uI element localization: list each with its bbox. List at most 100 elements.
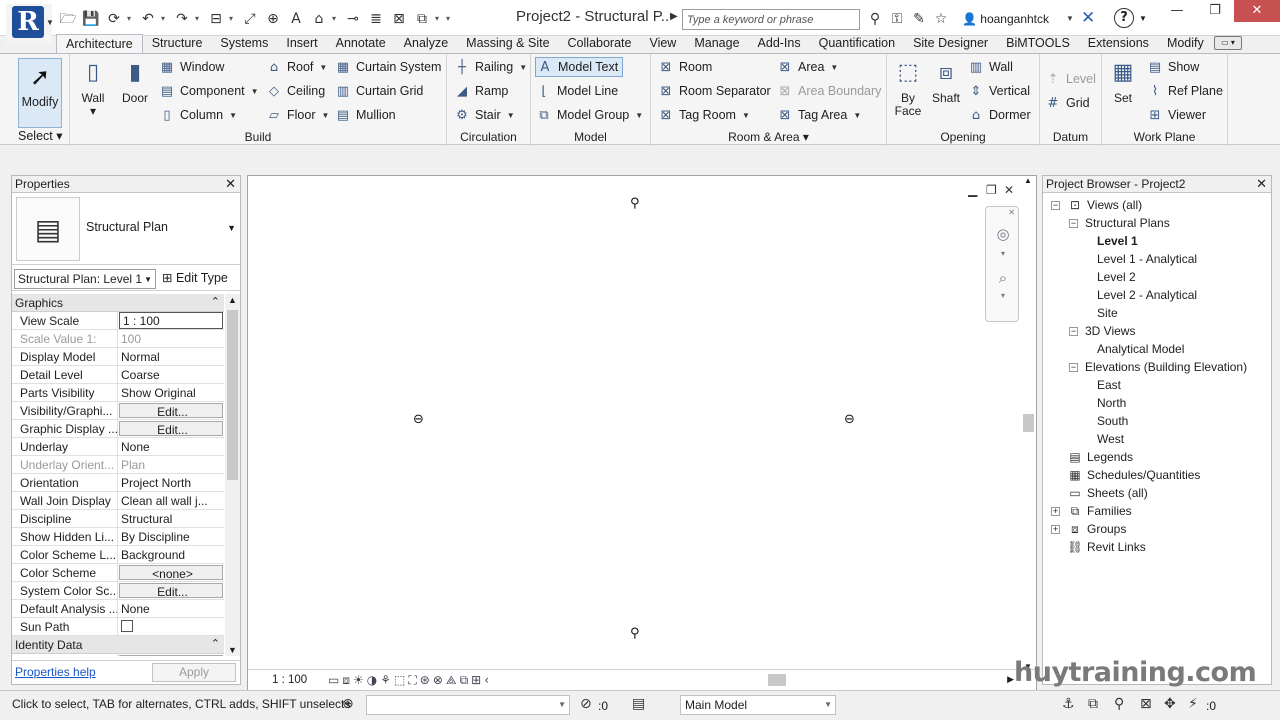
view-scroll-up-icon[interactable]: ▲	[1024, 176, 1032, 185]
floor-button[interactable]: ▱ Floor ▼	[265, 105, 329, 125]
search-input[interactable]	[682, 9, 860, 30]
workset-combo[interactable]: ▼	[366, 695, 570, 715]
aligned-dimension-icon[interactable]: ⤢	[240, 9, 260, 29]
filter-icon[interactable]: ⚡	[1188, 696, 1198, 712]
area-boundary-button[interactable]: ⊠ Area Boundary	[776, 81, 882, 101]
redo-icon[interactable]: ↷	[172, 9, 192, 29]
apply-button[interactable]: Apply	[152, 663, 236, 682]
tab-systems[interactable]: Systems	[211, 34, 277, 54]
reveal-hidden-icon[interactable]: ⊗	[433, 673, 443, 688]
viewer-button[interactable]: ⊞ Viewer	[1146, 105, 1206, 125]
exchange-apps-icon[interactable]: ✕	[1081, 8, 1095, 28]
curtain-grid-button[interactable]: ▥ Curtain Grid	[334, 81, 424, 101]
show-button[interactable]: ▤ Show	[1146, 57, 1199, 77]
tab-structure[interactable]: Structure	[143, 34, 212, 54]
3d-view-icon[interactable]: ⌂	[309, 9, 329, 29]
minimize-button[interactable]: —	[1160, 0, 1194, 22]
wall-button[interactable]: ▯ Wall ▾	[72, 58, 114, 118]
shaft-button[interactable]: ⧈ Shaft	[925, 58, 967, 105]
edit-type-button[interactable]: ⊞ Edit Type	[162, 270, 228, 285]
scroll-down-icon[interactable]: ▼	[228, 645, 237, 655]
view-horizontal-thumb[interactable]	[768, 674, 786, 686]
tab-collaborate[interactable]: Collaborate	[559, 34, 641, 54]
expand-icon[interactable]: +	[1051, 506, 1060, 516]
property-value[interactable]: Normal	[118, 348, 224, 365]
sun-path-checkbox[interactable]	[121, 620, 133, 632]
detail-level-icon[interactable]: ▭	[328, 673, 339, 688]
save-icon[interactable]: 💾	[81, 9, 101, 29]
roof-button[interactable]: ⌂ Roof ▼	[265, 57, 327, 77]
browser-item[interactable]: ⛓ Revit Links	[1051, 538, 1145, 556]
browser-item[interactable]: + ⧈ Groups	[1051, 520, 1126, 538]
collapse-group-icon[interactable]: ⌃	[211, 295, 220, 308]
property-group-header[interactable]: Identity Data ⌃	[12, 636, 224, 654]
tab-manage[interactable]: Manage	[685, 34, 748, 54]
shadows-icon[interactable]: ◑	[367, 673, 377, 688]
browser-item[interactable]: − Structural Plans	[1069, 214, 1170, 232]
design-options-icon[interactable]: ▤	[632, 696, 645, 712]
measure-caret-icon[interactable]: ▾	[229, 9, 237, 29]
close-hidden-icon[interactable]: ⊠	[389, 9, 409, 29]
browser-item[interactable]: ▦ Schedules/Quantities	[1051, 466, 1200, 484]
select-links-icon[interactable]: ⚓	[1062, 696, 1075, 712]
model-group-button[interactable]: ⧉ Model Group ▼	[535, 105, 643, 125]
browser-item[interactable]: Level 2	[1097, 268, 1136, 286]
undo-icon[interactable]: ↶	[138, 9, 158, 29]
south-elevation-marker-icon[interactable]: ⚲	[630, 626, 640, 641]
property-value[interactable]: Coarse	[118, 366, 224, 383]
stair-button[interactable]: ⚙ Stair ▼	[453, 105, 514, 125]
open-icon[interactable]: 🗁	[58, 9, 78, 29]
window-button[interactable]: ▦ Window	[158, 57, 225, 77]
room-separator-button[interactable]: ⊠ Room Separator	[657, 81, 771, 101]
measure-icon[interactable]: ⊟	[206, 9, 226, 29]
browser-item[interactable]: Level 1	[1097, 232, 1138, 250]
collapse-icon[interactable]: −	[1069, 362, 1078, 372]
zoom-caret-icon[interactable]: ▾	[992, 291, 1014, 300]
analytical-model-icon[interactable]: ⟁	[446, 673, 457, 688]
collapse-group-icon[interactable]: ⌃	[211, 637, 220, 650]
property-value[interactable]: Clean all wall j...	[118, 492, 224, 509]
set-button[interactable]: ▦ Set	[1102, 58, 1144, 105]
type-selector-caret-icon[interactable]: ▼	[227, 223, 236, 233]
browser-item[interactable]: North	[1097, 394, 1126, 412]
grid-button[interactable]: # Grid	[1044, 93, 1090, 113]
help-icon[interactable]: ?	[1114, 8, 1134, 28]
door-button[interactable]: ▮ Door	[114, 58, 156, 105]
select-pinned-icon[interactable]: ⚲	[1114, 696, 1124, 712]
collapse-icon[interactable]: −	[1069, 218, 1078, 228]
properties-scrollbar[interactable]: ▲ ▼	[225, 294, 240, 656]
property-value[interactable]: Structural	[118, 510, 224, 527]
properties-scroll-thumb[interactable]	[227, 310, 238, 480]
room-area-panel-dropdown[interactable]: Room & Area ▾	[651, 130, 886, 144]
properties-help-link[interactable]: Properties help	[15, 665, 96, 679]
thin-lines-icon[interactable]: ≣	[366, 9, 386, 29]
east-elevation-marker-icon[interactable]: ⊖	[844, 412, 855, 427]
ceiling-button[interactable]: ◇ Ceiling	[265, 81, 325, 101]
crop-view-icon[interactable]: ⬚	[394, 673, 405, 688]
design-option-combo[interactable]: Main Model ▼	[680, 695, 836, 715]
select-by-face-icon[interactable]: ⊠	[1140, 696, 1152, 712]
browser-item[interactable]: Level 1 - Analytical	[1097, 250, 1197, 268]
visual-style-icon[interactable]: ⧈	[342, 673, 350, 688]
tag-area-button[interactable]: ⊠ Tag Area ▼	[776, 105, 862, 125]
redo-caret-icon[interactable]: ▾	[195, 9, 203, 29]
highlight-displacement-icon[interactable]: ⧉	[460, 673, 469, 688]
property-value[interactable]: None	[118, 438, 224, 455]
tab-modify[interactable]: Modify	[1158, 34, 1213, 54]
tab-bimtools[interactable]: BiMTOOLS	[997, 34, 1079, 54]
north-elevation-marker-icon[interactable]: ⚲	[630, 196, 640, 211]
view-scroll-right-icon[interactable]: ▶	[1007, 674, 1014, 685]
browser-item[interactable]: + ⧉ Families	[1051, 502, 1132, 520]
subscription-icon[interactable]: ⚿	[888, 10, 906, 28]
editing-requests-icon[interactable]: ⊘	[580, 696, 592, 712]
property-value[interactable]: None	[118, 600, 224, 617]
customize-qat-icon[interactable]: ▾	[446, 9, 454, 29]
reveal-constraints-icon[interactable]: ⊞	[471, 673, 481, 688]
west-elevation-marker-icon[interactable]: ⊖	[413, 412, 424, 427]
view-close-icon[interactable]: ✕	[1004, 183, 1014, 197]
by-face-button[interactable]: ⬚ By Face	[887, 58, 929, 118]
help-caret-icon[interactable]: ▼	[1139, 14, 1147, 23]
properties-close-icon[interactable]: ✕	[225, 176, 236, 192]
mullion-button[interactable]: ▤ Mullion	[334, 105, 396, 125]
tab-insert[interactable]: Insert	[277, 34, 326, 54]
